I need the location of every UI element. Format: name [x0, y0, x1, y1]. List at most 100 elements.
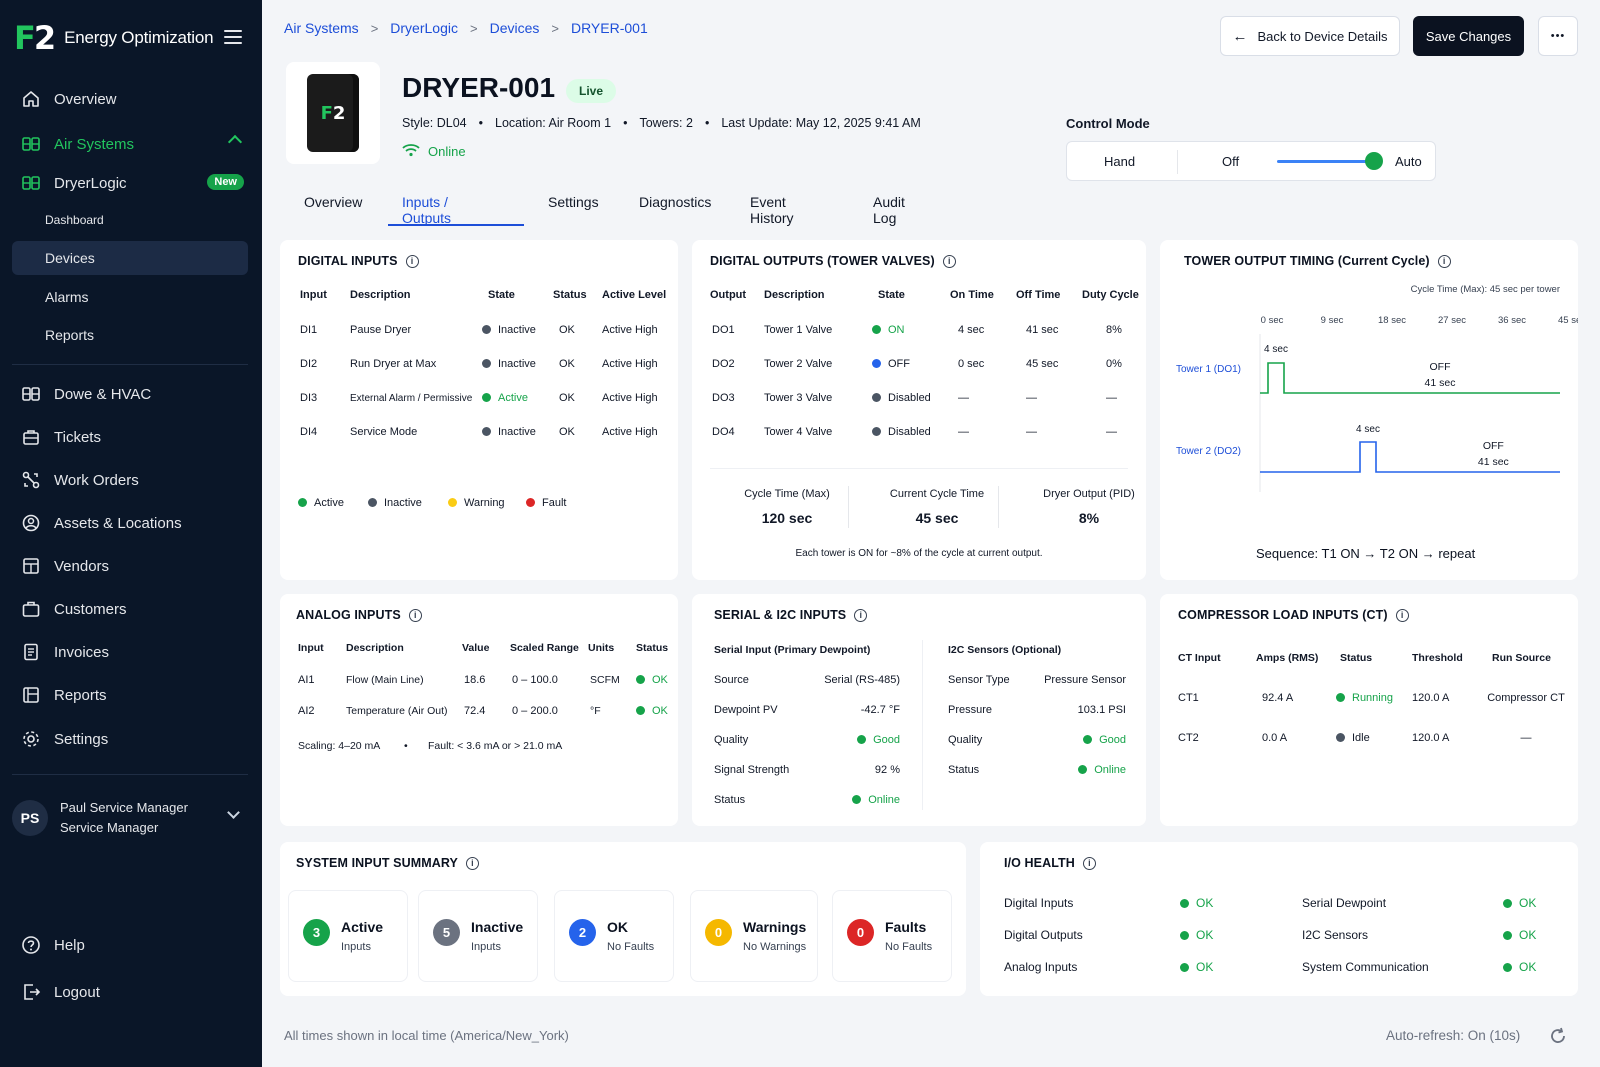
sidebar-item-tickets[interactable]: Tickets	[12, 420, 248, 454]
health-item-label: System Communication	[1302, 960, 1429, 974]
sidebar-item-dashboard[interactable]: Dashboard	[12, 203, 248, 237]
tab-inputs-outputs[interactable]: Inputs / Outputs	[402, 194, 451, 226]
sidebar-item-logout[interactable]: Logout	[12, 975, 248, 1009]
sidebar-item-vendors[interactable]: Vendors	[12, 549, 248, 583]
tab-event-history[interactable]: Event History	[750, 194, 794, 226]
logo-mark: F2	[14, 19, 56, 57]
tab-diagnostics[interactable]: Diagnostics	[639, 194, 711, 210]
column-header: Input	[298, 642, 324, 654]
wifi-icon	[402, 143, 420, 160]
on-time: —	[958, 392, 969, 404]
serial-field-value: 92 %	[874, 764, 900, 776]
column-header: Status	[636, 642, 669, 654]
analog-inputs-table: Input Description Value Scaled Range Units St…	[280, 594, 678, 826]
sidebar-divider	[12, 774, 248, 775]
save-changes-button[interactable]: Save Changes	[1413, 16, 1524, 56]
chevron-up-icon[interactable]	[227, 134, 243, 150]
meta-separator: •	[704, 116, 710, 130]
status-dot-icon	[1180, 931, 1189, 940]
app-logo[interactable]: F2 Energy Optimization	[14, 18, 250, 58]
save-button-label: Save Changes	[1425, 28, 1512, 44]
time-tick-label: 9 sec	[1321, 315, 1344, 326]
column-header: Description	[350, 289, 411, 301]
summary-tile-warnings[interactable]: 0 Warnings No Warnings	[690, 890, 818, 982]
summary-tile-faults[interactable]: 0 Faults No Faults	[832, 890, 952, 982]
sidebar-item-label: Vendors	[54, 557, 110, 575]
divider	[710, 468, 1128, 469]
health-item-label: Serial Dewpoint	[1302, 896, 1387, 910]
control-mode-auto[interactable]: Auto	[1395, 154, 1422, 169]
sidebar-item-alarms[interactable]: Alarms	[12, 280, 248, 314]
refresh-icon[interactable]	[1548, 1026, 1568, 1051]
active-level: Active High	[602, 324, 658, 336]
chevron-down-icon[interactable]	[227, 806, 240, 819]
sidebar-item-invoices[interactable]: Invoices	[12, 635, 248, 669]
slider-handle[interactable]	[1365, 152, 1383, 170]
sidebar-item-assets-locations[interactable]: Assets & Locations	[12, 506, 248, 540]
sidebar-item-devices[interactable]: Devices	[12, 241, 248, 275]
timezone-note: All times shown in local time (America/N…	[284, 1028, 569, 1043]
sidebar-item-air-systems[interactable]: Air Systems	[12, 127, 248, 161]
breadcrumb-air-systems[interactable]: Air Systems	[284, 20, 359, 36]
serial-field-value: -42.7 °F	[860, 704, 900, 716]
tab-settings[interactable]: Settings	[548, 194, 599, 210]
tab-audit-log[interactable]: Audit Log	[873, 194, 905, 226]
compressor-table: CT Input Amps (RMS) Status Threshold Run Sou…	[1160, 594, 1578, 826]
sidebar-item-overview[interactable]: Overview	[12, 82, 248, 116]
summary-sublabel: Inputs	[341, 941, 371, 953]
sidebar-item-label: Overview	[54, 90, 117, 108]
summary-count-badge: 0	[847, 919, 874, 946]
sidebar-item-help[interactable]: Help	[12, 928, 248, 962]
column-header: Output	[710, 289, 747, 301]
breadcrumb-dryerlogic[interactable]: DryerLogic	[390, 20, 458, 36]
sidebar-item-work-orders[interactable]: Work Orders	[12, 463, 248, 497]
meta-separator: •	[478, 116, 484, 130]
device-status: Online	[402, 143, 466, 160]
column-header: Description	[764, 289, 825, 301]
summary-tile-inactive[interactable]: 5 Inactive Inputs	[418, 890, 538, 982]
tab-overview[interactable]: Overview	[304, 194, 362, 210]
sidebar-item-settings[interactable]: Settings	[12, 722, 248, 756]
sidebar-item-reports-sub[interactable]: Reports	[12, 318, 248, 352]
status-dot-icon	[872, 325, 881, 334]
briefcase-icon	[20, 598, 42, 620]
info-icon[interactable]: i	[465, 856, 479, 870]
summary-sublabel: No Faults	[885, 941, 933, 953]
status-dot-icon	[482, 393, 491, 402]
summary-tile-ok[interactable]: 2 OK No Faults	[554, 890, 674, 982]
output-id: DO3	[712, 392, 735, 404]
sidebar-item-dryerlogic[interactable]: DryerLogic New	[12, 166, 248, 200]
digital-outputs-table: Output Description State On Time Off Time Dut…	[692, 240, 1146, 580]
column-header: Value	[462, 642, 490, 654]
status-dot-icon	[526, 498, 535, 507]
tower-1-on-time: 4 sec	[1264, 344, 1288, 355]
status-dot-icon	[1503, 931, 1512, 940]
serial-field-value: Serial (RS-485)	[824, 674, 900, 686]
column-header: State	[488, 289, 515, 301]
assets-icon	[20, 512, 42, 534]
i2c-field-value: Online	[1010, 764, 1126, 776]
summary-label: Inactive	[471, 919, 524, 935]
user-menu[interactable]: PS Paul Service Manager Service Manager	[12, 790, 248, 846]
breadcrumb-devices[interactable]: Devices	[490, 20, 540, 36]
legend-warning: Warning	[448, 497, 505, 509]
sidebar-item-dowe-hvac[interactable]: Dowe & HVAC	[12, 377, 248, 411]
back-to-device-button[interactable]: ← Back to Device Details	[1220, 16, 1400, 56]
summary-tile-active[interactable]: 3 Active Inputs	[288, 890, 408, 982]
control-mode-off[interactable]: Off	[1222, 154, 1239, 169]
hamburger-menu-icon[interactable]	[224, 30, 242, 44]
divider	[998, 486, 999, 528]
control-mode-hand[interactable]: Hand	[1104, 154, 1135, 169]
cycle-note: Each tower is ON for ~8% of the cycle at…	[795, 548, 1043, 559]
control-mode-slider[interactable]	[1277, 160, 1373, 163]
sidebar-item-label: Air Systems	[54, 135, 135, 153]
sidebar-item-customers[interactable]: Customers	[12, 592, 248, 626]
more-options-button[interactable]: •••	[1538, 16, 1578, 56]
input-status: OK	[559, 426, 575, 438]
divider	[848, 486, 849, 528]
ct-input-id: CT1	[1178, 692, 1199, 704]
sidebar-item-reports[interactable]: Reports	[12, 678, 248, 712]
column-header: Description	[346, 642, 404, 654]
i2c-field-value: Pressure Sensor	[1044, 674, 1126, 686]
sidebar-item-label: Devices	[45, 250, 95, 266]
